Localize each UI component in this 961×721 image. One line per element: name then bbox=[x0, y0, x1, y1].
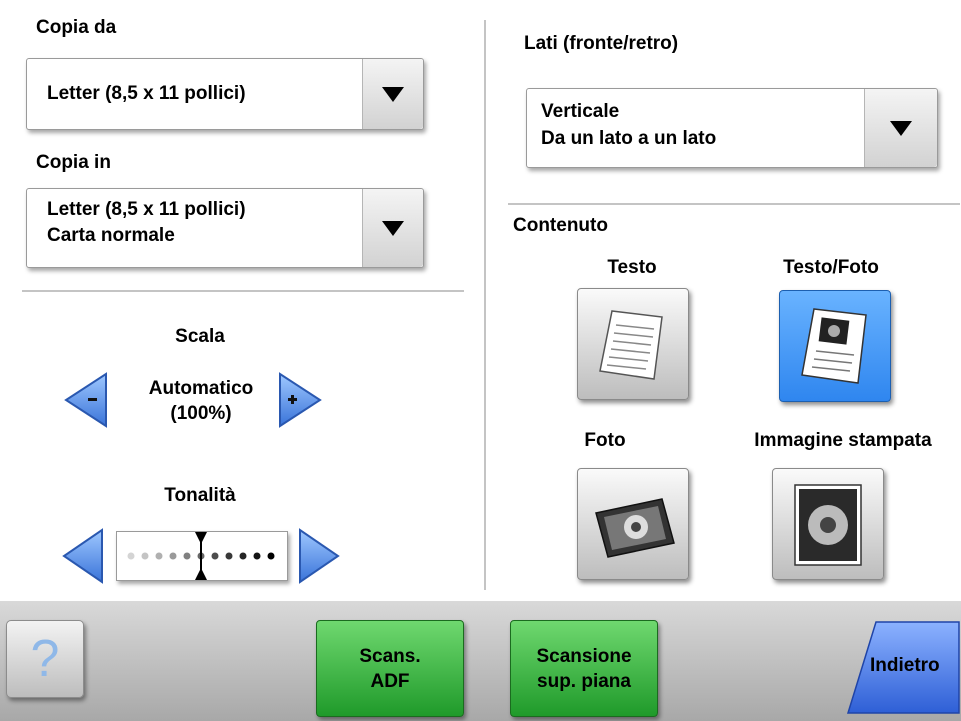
scale-increase-button[interactable] bbox=[276, 372, 324, 428]
chevron-down-icon bbox=[382, 87, 404, 102]
sides-value-line1: Verticale bbox=[541, 101, 620, 122]
content-text-photo-tile[interactable] bbox=[779, 290, 891, 402]
printed-image-icon bbox=[794, 484, 862, 566]
right-divider bbox=[508, 203, 960, 205]
copy-from-label: Copia da bbox=[36, 17, 117, 38]
column-divider bbox=[484, 20, 486, 590]
sides-dropdown-button[interactable] bbox=[864, 89, 937, 167]
scan-adf-label-line1: Scans. bbox=[359, 645, 421, 667]
chevron-down-icon bbox=[890, 121, 912, 136]
copy-to-dropdown[interactable]: Letter (8,5 x 11 pollici) Carta normale bbox=[26, 188, 424, 268]
sides-dropdown[interactable]: Verticale Da un lato a un lato bbox=[526, 88, 938, 168]
sides-value-line2: Da un lato a un lato bbox=[541, 128, 717, 149]
content-photo-label: Foto bbox=[584, 430, 626, 451]
copy-to-label: Copia in bbox=[36, 152, 111, 173]
help-icon: ? bbox=[30, 630, 60, 688]
left-divider bbox=[22, 290, 464, 292]
content-photo-tile[interactable] bbox=[577, 468, 689, 580]
text-photo-document-icon bbox=[801, 308, 867, 384]
darkness-label: Tonalità bbox=[164, 485, 236, 506]
copy-to-value-line1: Letter (8,5 x 11 pollici) bbox=[47, 199, 246, 220]
darkness-increase-button[interactable] bbox=[296, 528, 342, 584]
content-text-label: Testo bbox=[607, 257, 657, 278]
content-label: Contenuto bbox=[513, 215, 608, 236]
help-button[interactable]: ? bbox=[6, 620, 84, 698]
copy-to-dropdown-button[interactable] bbox=[362, 189, 423, 267]
darkness-indicator bbox=[195, 532, 207, 580]
content-text-photo-label: Testo/Foto bbox=[783, 257, 879, 278]
scan-flatbed-button[interactable]: Scansione sup. piana bbox=[510, 620, 658, 717]
darkness-slider[interactable] bbox=[116, 531, 288, 581]
scale-value-line2: (100%) bbox=[170, 403, 232, 424]
darkness-decrease-button[interactable] bbox=[60, 528, 106, 584]
sides-label: Lati (fronte/retro) bbox=[524, 33, 679, 54]
copy-from-dropdown-button[interactable] bbox=[362, 59, 423, 129]
scale-decrease-button[interactable] bbox=[62, 372, 110, 428]
content-printed-image-tile[interactable] bbox=[772, 468, 884, 580]
copy-from-dropdown[interactable]: Letter (8,5 x 11 pollici) bbox=[26, 58, 424, 130]
scan-adf-button[interactable]: Scans. ADF bbox=[316, 620, 464, 717]
scale-label: Scala bbox=[175, 326, 225, 347]
bottom-bar bbox=[0, 601, 961, 721]
scale-value-line1: Automatico bbox=[148, 378, 254, 399]
scan-flatbed-label-line2: sup. piana bbox=[537, 670, 631, 692]
content-printed-image-label: Immagine stampata bbox=[754, 430, 932, 451]
copy-from-value: Letter (8,5 x 11 pollici) bbox=[47, 83, 246, 104]
chevron-down-icon bbox=[382, 221, 404, 236]
back-button[interactable]: Indietro bbox=[846, 620, 961, 715]
text-document-icon bbox=[599, 310, 663, 380]
copy-to-value-line2: Carta normale bbox=[47, 225, 175, 246]
content-text-tile[interactable] bbox=[577, 288, 689, 400]
photo-icon bbox=[595, 498, 675, 558]
scan-adf-label-line2: ADF bbox=[370, 670, 410, 692]
back-label: Indietro bbox=[870, 655, 940, 676]
scan-flatbed-label-line1: Scansione bbox=[536, 645, 632, 667]
